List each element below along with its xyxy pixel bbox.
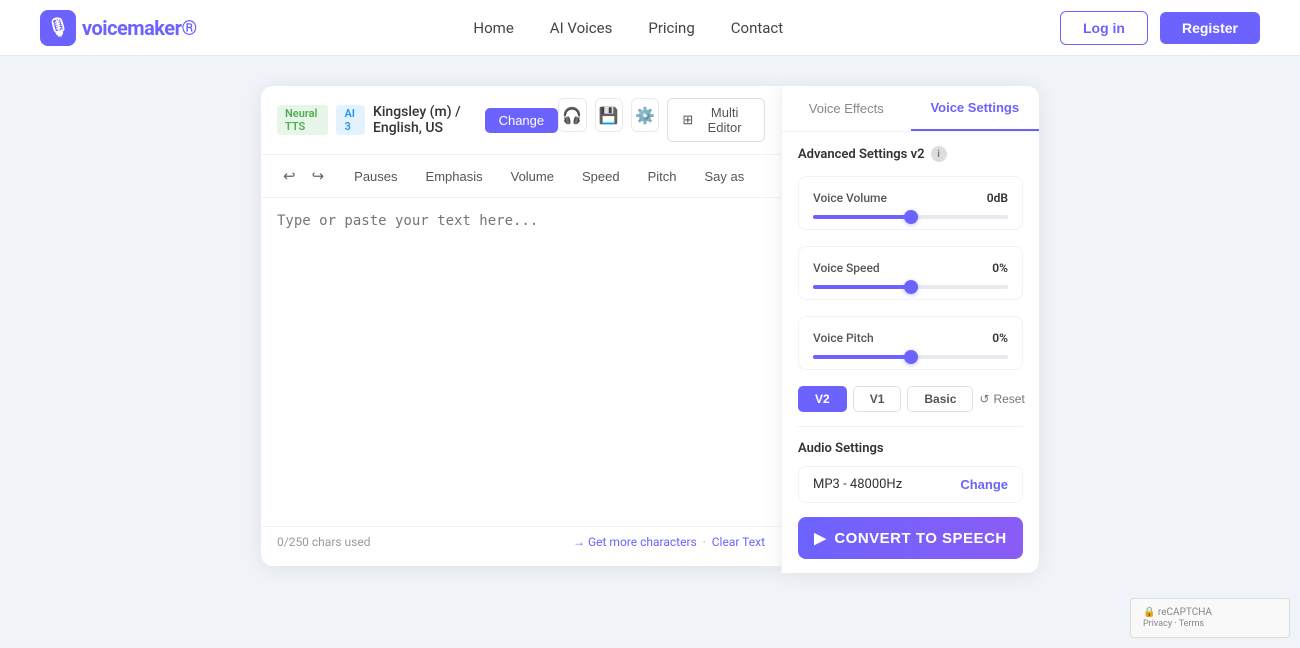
nav-pricing[interactable]: Pricing [648,19,694,37]
settings-tabs: Voice Effects Voice Settings [782,86,1039,132]
text-input[interactable] [277,210,765,510]
toolbar-tab-pauses[interactable]: Pauses [342,164,409,189]
save-icon[interactable]: 💾 [595,98,623,132]
logo-text: voicemaker® [82,16,197,40]
text-area-container [261,198,781,526]
play-icon: ▶ [814,529,826,547]
voice-pitch-thumb[interactable] [904,350,918,364]
logo: 🎙 voicemaker® [40,10,197,46]
convert-label: CONVERT TO SPEECH [834,530,1006,547]
nav-ai-voices[interactable]: AI Voices [550,19,613,37]
voice-volume-label: Voice Volume [813,191,887,205]
ver-group: V2 V1 Basic [798,386,973,412]
voice-volume-group: Voice Volume 0dB [798,176,1023,230]
reset-button[interactable]: ↺ Reset [979,392,1024,406]
navbar: 🎙 voicemaker® Home AI Voices Pricing Con… [0,0,1300,56]
settings-panel: Voice Effects Voice Settings Advanced Se… [781,86,1039,573]
login-button[interactable]: Log in [1060,11,1148,45]
toolbar-tab-say-as[interactable]: Say as [692,164,756,189]
voice-volume-thumb[interactable] [904,210,918,224]
voice-info: Neural TTS AI 3 Kingsley (m) / English, … [277,104,558,136]
version-v1-button[interactable]: V1 [853,386,902,412]
voice-speed-label-row: Voice Speed 0% [813,261,1008,275]
settings-content: Advanced Settings v2 i Voice Volume 0dB … [782,132,1039,573]
voice-volume-value: 0dB [987,191,1008,205]
version-basic-button[interactable]: Basic [907,386,973,412]
voice-speed-fill [813,285,911,289]
voice-volume-fill [813,215,911,219]
toolbar-tab-volume[interactable]: Volume [499,164,566,189]
nav-home[interactable]: Home [473,19,513,37]
voice-volume-track [813,215,1008,219]
badge-ai: AI 3 [336,105,365,135]
reset-icon: ↺ [979,392,989,406]
divider [798,426,1023,427]
change-voice-button[interactable]: Change [485,108,559,133]
voice-speed-thumb[interactable] [904,280,918,294]
voice-speed-track [813,285,1008,289]
chars-used: 0/250 chars used [277,535,371,549]
voice-speed-group: Voice Speed 0% [798,246,1023,300]
voice-speed-label: Voice Speed [813,261,880,275]
audio-settings-label: Audio Settings [798,441,1023,456]
undo-redo-group: ↩ ↪ [277,163,330,189]
nav-links: Home AI Voices Pricing Contact [473,19,783,37]
register-button[interactable]: Register [1160,12,1260,44]
nav-actions: Log in Register [1060,11,1260,45]
editor-panel: Neural TTS AI 3 Kingsley (m) / English, … [261,86,781,566]
editor-toolbar: ↩ ↪ Pauses Emphasis Volume Speed Pitch S… [261,155,781,198]
editor-footer: 0/250 chars used → Get more characters ·… [261,526,781,557]
reset-label: Reset [993,392,1024,406]
voice-pitch-label: Voice Pitch [813,331,874,345]
voice-name: Kingsley (m) / English, US [373,104,477,136]
voice-pitch-group: Voice Pitch 0% [798,316,1023,370]
change-audio-button[interactable]: Change [960,477,1008,492]
multi-editor-label: Multi Editor [699,105,750,135]
headphones-icon[interactable]: 🎧 [558,98,586,132]
info-icon[interactable]: i [931,146,947,162]
toolbar-tab-emphasis[interactable]: Emphasis [414,164,495,189]
multi-editor-icon: ⊞ [682,112,693,128]
voice-pitch-track [813,355,1008,359]
audio-format-text: MP3 - 48000Hz [813,477,902,492]
toolbar-tab-pitch[interactable]: Pitch [636,164,689,189]
multi-editor-button[interactable]: ⊞ Multi Editor [667,98,765,142]
voice-pitch-label-row: Voice Pitch 0% [813,331,1008,345]
undo-button[interactable]: ↩ [277,163,302,189]
version-v2-button[interactable]: V2 [798,386,847,412]
toolbar-tab-speed[interactable]: Speed [570,164,632,189]
nav-contact[interactable]: Contact [731,19,783,37]
settings-icon[interactable]: ⚙️ [631,98,659,132]
editor-icon-group: 🎧 💾 ⚙️ ⊞ Multi Editor [558,98,765,142]
redo-button[interactable]: ↪ [306,163,331,189]
audio-format-row: MP3 - 48000Hz Change [798,466,1023,503]
editor-header: Neural TTS AI 3 Kingsley (m) / English, … [261,86,781,155]
convert-to-speech-button[interactable]: ▶ CONVERT TO SPEECH [798,517,1023,559]
badge-neural: Neural TTS [277,105,328,135]
advanced-settings-label: Advanced Settings v2 i [798,146,1023,162]
voice-pitch-value: 0% [992,331,1008,345]
get-more-chars-link[interactable]: → Get more characters [573,535,697,549]
main-area: Neural TTS AI 3 Kingsley (m) / English, … [0,56,1300,603]
voice-pitch-fill [813,355,911,359]
voice-speed-value: 0% [992,261,1008,275]
tab-voice-settings[interactable]: Voice Settings [911,86,1040,131]
logo-icon: 🎙 [40,10,76,46]
clear-text-link[interactable]: Clear Text [712,535,765,549]
voice-volume-label-row: Voice Volume 0dB [813,191,1008,205]
version-buttons-row: V2 V1 Basic ↺ Reset [798,386,1023,412]
recaptcha: 🔒 reCAPTCHAPrivacy · Terms [1130,598,1290,638]
tab-voice-effects[interactable]: Voice Effects [782,86,911,131]
